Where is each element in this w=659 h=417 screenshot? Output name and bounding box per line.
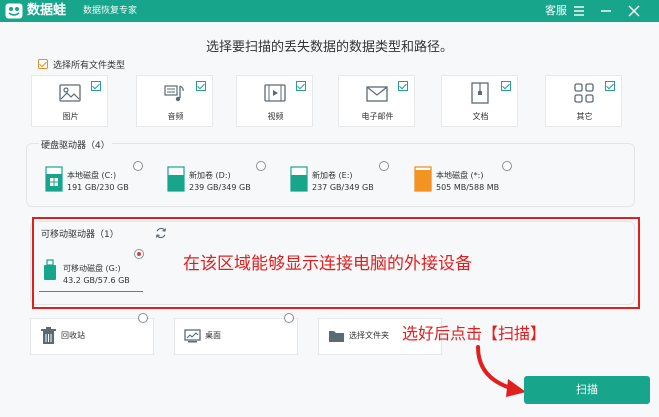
minimize-icon[interactable]: [597, 2, 615, 20]
file-type-label: 电子邮件: [361, 112, 394, 121]
video-icon: [264, 84, 286, 102]
drive-size: 239 GB/349 GB: [189, 183, 251, 192]
drive-radio[interactable]: [133, 161, 143, 171]
app-window: 数据蛙 数据恢复专家 客服 选择要扫描的丢失数据的数据类型和路径。 选择所有文件…: [0, 0, 659, 417]
app-subtitle: 数据恢复专家: [83, 6, 138, 16]
document-icon: [471, 82, 489, 104]
drive-size: 191 GB/230 GB: [67, 183, 129, 192]
file-type-other[interactable]: 其它: [545, 75, 622, 127]
drive-radio[interactable]: [502, 161, 512, 171]
close-icon[interactable]: [625, 2, 643, 20]
file-type-checkbox[interactable]: [91, 81, 101, 91]
location-label: 桌面: [205, 331, 221, 340]
file-type-image[interactable]: 图片: [31, 75, 108, 127]
hard-drive-group: 硬盘驱动器（4） 本地磁盘 (C:) 191 GB/230 GB 新加卷 (D:…: [26, 138, 635, 207]
drive-name: 本地磁盘 (C:): [67, 171, 117, 180]
file-type-label: 音频: [167, 112, 184, 121]
file-type-label: 图片: [62, 112, 79, 121]
customer-service-link[interactable]: 客服: [545, 4, 567, 18]
file-type-checkbox[interactable]: [296, 81, 306, 91]
select-all-checkbox[interactable]: 选择所有文件类型: [38, 57, 125, 71]
drive-radio[interactable]: [379, 161, 389, 171]
select-all-label: 选择所有文件类型: [53, 60, 126, 71]
frog-logo-icon: [5, 3, 23, 19]
desktop-icon: [184, 329, 201, 343]
location-desktop[interactable]: 桌面: [174, 318, 298, 355]
file-type-checkbox[interactable]: [605, 81, 615, 91]
file-type-email[interactable]: 电子邮件: [338, 75, 415, 127]
drive-icon: [167, 166, 185, 192]
drive-name: 新加卷 (D:): [189, 171, 231, 180]
file-type-label: 其它: [576, 112, 593, 121]
file-type-label: 文档: [472, 112, 489, 121]
location-label: 选择文件夹: [349, 331, 389, 340]
file-type-checkbox[interactable]: [501, 81, 511, 91]
menu-icon[interactable]: [570, 2, 588, 20]
file-type-video[interactable]: 视频: [236, 75, 313, 127]
music-icon: [164, 85, 184, 102]
drive-name: 新加卷 (E:): [312, 171, 353, 180]
file-type-label: 视频: [267, 112, 284, 121]
drive-size: 237 GB/349 GB: [312, 183, 374, 192]
drive-orange-icon: [414, 166, 432, 192]
location-recycle-bin[interactable]: 回收站: [30, 318, 154, 355]
scan-annotation: 选好后点击【扫描】: [402, 324, 547, 343]
drive-radio[interactable]: [256, 161, 266, 171]
folder-icon: [329, 331, 344, 342]
location-radio[interactable]: [284, 313, 294, 323]
file-type-document[interactable]: 文档: [441, 75, 518, 127]
image-icon: [59, 84, 81, 102]
system-drive-icon: [45, 166, 63, 192]
file-type-checkbox[interactable]: [398, 81, 408, 91]
hard-drive-group-title: 硬盘驱动器（4）: [39, 138, 112, 151]
scan-button[interactable]: 扫描: [524, 376, 650, 404]
removable-annotation: 在该区域能够显示连接电脑的外接设备: [183, 254, 472, 274]
title-bar: 数据蛙 数据恢复专家 客服: [0, 0, 659, 22]
app-name: 数据蛙: [27, 3, 67, 18]
checkbox-checked-icon[interactable]: [38, 59, 48, 69]
page-title: 选择要扫描的丢失数据的数据类型和路径。: [205, 40, 453, 55]
drive-size: 505 MB/588 MB: [436, 183, 500, 192]
red-arrow-icon: [476, 345, 526, 397]
recycle-bin-icon: [41, 327, 56, 344]
file-type-list: 图片 音频 视频 电子邮件 文档 其它: [31, 75, 634, 127]
drive-name: 本地磁盘 (*:): [436, 171, 484, 180]
email-icon: [366, 86, 388, 102]
location-radio[interactable]: [138, 313, 148, 323]
other-icon: [574, 83, 594, 103]
file-type-audio[interactable]: 音频: [136, 75, 213, 127]
location-label: 回收站: [61, 331, 85, 340]
file-type-checkbox[interactable]: [196, 81, 206, 91]
drive-icon: [290, 166, 308, 192]
